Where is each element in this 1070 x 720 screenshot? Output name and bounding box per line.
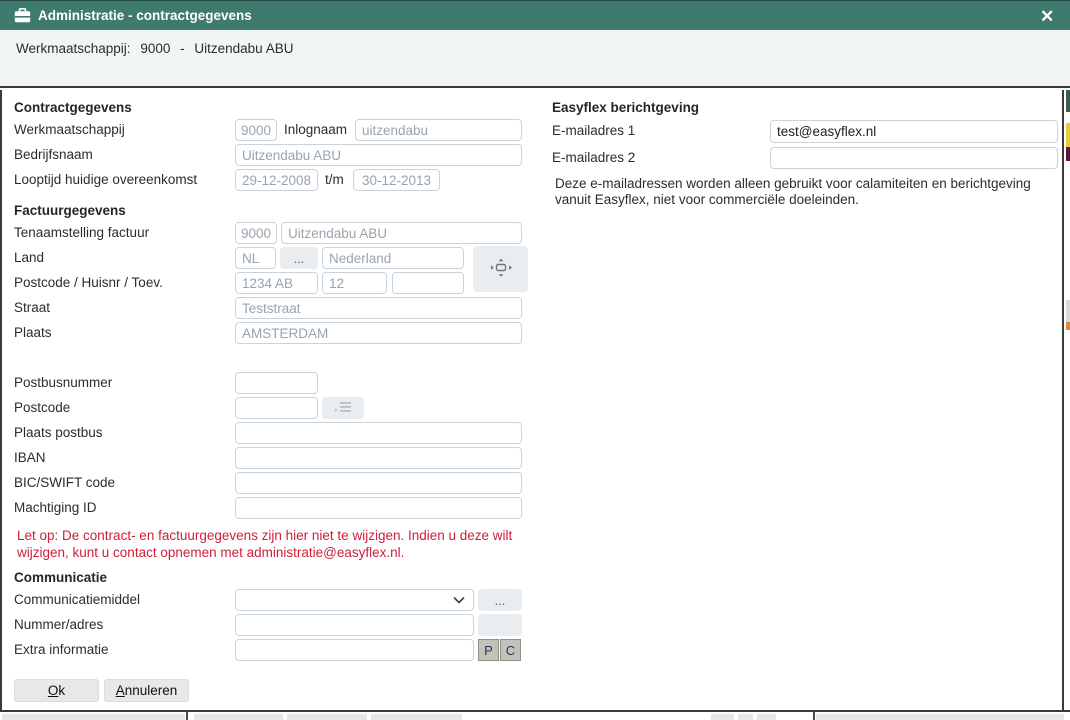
background-fragment [738, 714, 753, 720]
berichtgeving-note: Deze e-mailadressen worden alleen gebrui… [555, 176, 1058, 208]
section-heading-berichtgeving: Easyflex berichtgeving [552, 100, 699, 115]
postcode-lookup-list-button [322, 397, 364, 419]
huisnr-field [322, 272, 387, 294]
inlognaam-field [355, 119, 522, 141]
tm-label: t/m [325, 169, 344, 191]
chevron-down-icon [453, 596, 465, 604]
warning-text-line2: wijzigen, kunt u contact opnemen met adm… [17, 544, 404, 561]
tenaamstelling-naam-field [281, 222, 522, 244]
extra-informatie-label: Extra informatie [14, 639, 109, 661]
land-naam-field [322, 247, 464, 269]
background-divider [813, 712, 815, 720]
warning-text-line1: Let op: De contract- en factuurgegevens … [17, 527, 512, 544]
postcode-postbus-field[interactable] [235, 397, 318, 419]
section-heading-contractgegevens: Contractgegevens [14, 100, 132, 115]
background-fragment [371, 714, 462, 720]
communicatiemiddel-select[interactable] [235, 589, 474, 611]
iban-field[interactable] [235, 447, 522, 469]
looptijd-label: Looptijd huidige overeenkomst [14, 169, 197, 191]
extra-informatie-field[interactable] [235, 639, 474, 661]
address-position-button[interactable] [473, 246, 528, 292]
background-fragment [1066, 322, 1070, 330]
tenaamstelling-label: Tenaamstelling factuur [14, 222, 149, 244]
postcode-huisnr-toev-label: Postcode / Huisnr / Toev. [14, 272, 163, 294]
nummer-adres-label: Nummer/adres [14, 614, 103, 636]
plaats-postbus-label: Plaats postbus [14, 422, 103, 444]
land-label: Land [14, 247, 44, 269]
administratie-contractgegevens-dialog: Administratie - contractgegevens ✕ Werkm… [0, 0, 1070, 718]
bedrijfsnaam-field [235, 144, 522, 166]
straat-label: Straat [14, 297, 50, 319]
background-fragment [1066, 147, 1070, 161]
background-fragment [757, 714, 776, 720]
background-fragment [816, 714, 1064, 720]
communicatiemiddel-label: Communicatiemiddel [14, 589, 140, 611]
background-fragment [2, 714, 185, 720]
background-fragment [1066, 123, 1070, 147]
nummer-adres-field[interactable] [235, 614, 474, 636]
plaats-label: Plaats [14, 322, 52, 344]
background-page-right-sliver [1066, 90, 1070, 710]
emailadres2-field[interactable] [770, 147, 1058, 169]
emailadres2-label: E-mailadres 2 [552, 147, 635, 169]
factuur-postcode-field [235, 272, 318, 294]
machtiging-id-field[interactable] [235, 497, 522, 519]
annuleren-rest: nnuleren [125, 683, 178, 698]
plaats-postbus-field[interactable] [235, 422, 522, 444]
land-browse-button[interactable]: ... [280, 247, 318, 269]
plaats-field [235, 322, 522, 344]
background-fragment [194, 714, 283, 720]
postcode-postbus-label: Postcode [14, 397, 70, 419]
emailadres1-label: E-mailadres 1 [552, 120, 635, 142]
werkmaatschappij-code-field [235, 119, 277, 141]
looptijd-tot-field [353, 169, 440, 191]
bic-swift-label: BIC/SWIFT code [14, 472, 115, 494]
iban-label: IBAN [14, 447, 46, 469]
ok-button[interactable]: Ok [14, 679, 99, 702]
land-code-field [235, 247, 276, 269]
background-fragment [1066, 300, 1070, 322]
dialog-body: Contractgegevens Werkmaatschappij Inlogn… [0, 90, 1064, 710]
ok-rest: k [58, 683, 65, 698]
background-fragment [711, 714, 734, 720]
machtiging-id-label: Machtiging ID [14, 497, 97, 519]
tenaamstelling-code-field [235, 222, 277, 244]
background-page-bottom-strip [0, 710, 1070, 720]
ok-accesskey: O [48, 683, 59, 698]
toevoeging-field [392, 272, 464, 294]
extra-informatie-p-button[interactable]: P [478, 639, 499, 661]
communicatiemiddel-browse-button[interactable]: ... [478, 589, 522, 611]
background-fragment [1066, 90, 1070, 112]
bic-swift-field[interactable] [235, 472, 522, 494]
werkmaatschappij-label: Werkmaatschappij [14, 119, 125, 141]
straat-field [235, 297, 522, 319]
background-fragment [287, 714, 367, 720]
section-heading-communicatie: Communicatie [14, 570, 107, 585]
emailadres1-field[interactable] [770, 120, 1058, 143]
annuleren-accesskey: A [116, 683, 125, 698]
nummer-adres-action-button[interactable] [478, 614, 522, 636]
inlognaam-label: Inlognaam [284, 119, 347, 141]
looptijd-van-field [235, 169, 318, 191]
postbusnummer-label: Postbusnummer [14, 372, 112, 394]
section-heading-factuurgegevens: Factuurgegevens [14, 203, 126, 218]
annuleren-button[interactable]: Annuleren [104, 679, 189, 702]
extra-informatie-c-button[interactable]: C [500, 639, 521, 661]
postbusnummer-field[interactable] [235, 372, 318, 394]
background-divider [186, 712, 188, 720]
bedrijfsnaam-label: Bedrijfsnaam [14, 144, 93, 166]
